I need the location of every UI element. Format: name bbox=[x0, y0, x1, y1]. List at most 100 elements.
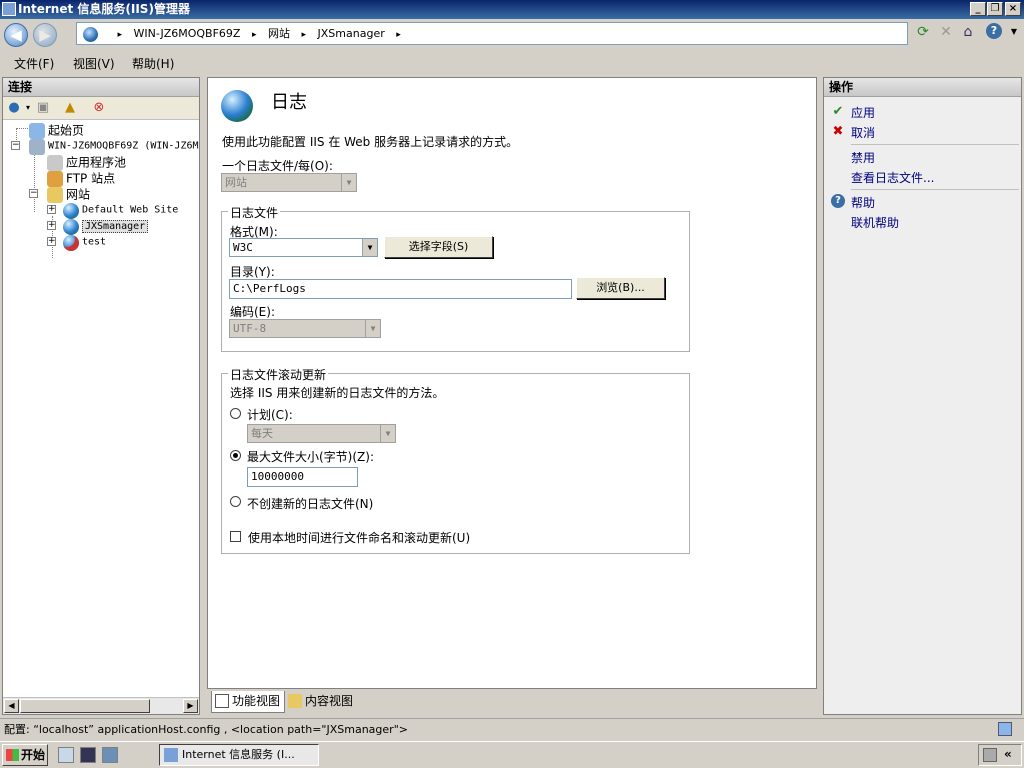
apply-icon: ✔ bbox=[832, 104, 844, 119]
breadcrumb-server[interactable]: WIN-JZ6MOQBF69Z bbox=[134, 27, 241, 40]
page-description: 使用此功能配置 IIS 在 Web 服务器上记录请求的方式。 bbox=[222, 135, 519, 149]
server-manager-icon[interactable] bbox=[58, 747, 74, 763]
save-icon[interactable]: ▣ bbox=[34, 100, 52, 116]
encoding-select[interactable]: UTF-8 ▼ bbox=[229, 319, 381, 338]
tab-features-view[interactable]: 功能视图 bbox=[211, 691, 286, 713]
back-button[interactable]: ◀ bbox=[4, 23, 28, 47]
action-view-log-files[interactable]: 查看日志文件... bbox=[851, 169, 934, 186]
windows-logo-icon bbox=[6, 749, 19, 761]
scroll-thumb[interactable] bbox=[20, 699, 150, 713]
directory-label: 目录(Y): bbox=[230, 265, 275, 279]
logging-globe-icon bbox=[221, 90, 253, 122]
breadcrumb-site[interactable]: JXSmanager bbox=[318, 27, 385, 40]
iis-app-icon bbox=[2, 2, 16, 16]
site-globe-icon bbox=[63, 202, 79, 219]
tree-item-test[interactable]: test bbox=[63, 234, 106, 251]
connections-header: 连接 bbox=[3, 78, 199, 97]
actions-header: 操作 bbox=[824, 78, 1021, 97]
iis-app-icon bbox=[164, 748, 178, 762]
menu-view[interactable]: 视图(V) bbox=[73, 55, 115, 72]
server-icon bbox=[29, 138, 45, 155]
tree-item-jxsmanager[interactable]: JXSmanager bbox=[63, 218, 149, 235]
menu-help[interactable]: 帮助(H) bbox=[132, 55, 174, 72]
no-new-file-radio[interactable] bbox=[230, 496, 241, 507]
minimize-button[interactable]: _ bbox=[970, 2, 986, 16]
breadcrumb-separator: ▸ bbox=[251, 30, 257, 40]
taskbar-item-iis[interactable]: Internet 信息服务 (I... bbox=[159, 744, 319, 766]
max-size-input[interactable]: 10000000 bbox=[247, 467, 358, 487]
forward-button[interactable]: ▶ bbox=[33, 23, 57, 47]
breadcrumb[interactable]: ▸ WIN-JZ6MOQBF69Z ▸ 网站 ▸ JXSmanager ▸ bbox=[76, 22, 908, 45]
stop-icon[interactable]: ✕ bbox=[937, 23, 955, 41]
start-button[interactable]: 开始 bbox=[2, 744, 48, 766]
close-button[interactable]: × bbox=[1005, 2, 1021, 16]
help-icon: ? bbox=[831, 194, 845, 208]
action-online-help[interactable]: 联机帮助 bbox=[851, 214, 899, 231]
home-icon[interactable]: ⌂ bbox=[959, 23, 977, 41]
status-text: 配置: “localhost” applicationHost.config ,… bbox=[4, 723, 408, 736]
ftp-icon bbox=[47, 170, 63, 187]
chevron-down-icon: ▼ bbox=[341, 174, 356, 191]
globe-icon bbox=[83, 26, 98, 42]
expander-test[interactable]: + bbox=[47, 237, 56, 246]
tab-content-view[interactable]: 内容视图 bbox=[285, 691, 357, 713]
tree-item-sites[interactable]: 网站 bbox=[47, 186, 90, 203]
actions-divider bbox=[851, 189, 1019, 190]
schedule-label: 计划(C): bbox=[247, 408, 293, 422]
help-dropdown-icon[interactable]: ▼ bbox=[1005, 23, 1023, 41]
schedule-select[interactable]: 每天 ▼ bbox=[247, 424, 396, 443]
one-log-select[interactable]: 网站 ▼ bbox=[221, 173, 357, 192]
action-cancel[interactable]: 取消 bbox=[851, 124, 875, 141]
action-apply[interactable]: 应用 bbox=[851, 104, 875, 121]
breadcrumb-separator: ▸ bbox=[301, 30, 307, 40]
show-desktop-icon[interactable] bbox=[102, 747, 118, 763]
tree-item-server[interactable]: WIN-JZ6MOQBF69Z (WIN-JZ6MO bbox=[29, 138, 199, 155]
rollover-description: 选择 IIS 用来创建新的日志文件的方法。 bbox=[230, 386, 445, 400]
directory-input[interactable]: C:\PerfLogs bbox=[229, 279, 572, 299]
tree-item-start-page[interactable]: 起始页 bbox=[29, 122, 84, 139]
menu-file[interactable]: 文件(F) bbox=[14, 55, 54, 72]
tree-item-ftp-sites[interactable]: FTP 站点 bbox=[47, 170, 115, 187]
scroll-left-icon[interactable]: ◀ bbox=[4, 699, 19, 713]
connections-tree: 起始页 − WIN-JZ6MOQBF69Z (WIN-JZ6MO 应用程序池 F… bbox=[3, 120, 199, 692]
actions-divider bbox=[851, 144, 1019, 145]
disconnect-icon[interactable]: ⊗ bbox=[90, 100, 108, 116]
help-icon[interactable]: ? bbox=[986, 23, 1002, 39]
up-folder-icon[interactable]: ▲ bbox=[61, 100, 79, 116]
powershell-icon[interactable] bbox=[80, 747, 96, 763]
scroll-right-icon[interactable]: ▶ bbox=[183, 699, 198, 713]
format-select[interactable]: W3C ▼ bbox=[229, 238, 378, 257]
site-globe-icon bbox=[63, 218, 79, 235]
network-tray-icon[interactable] bbox=[983, 748, 997, 762]
menu-bar: 文件(F) 视图(V) 帮助(H) bbox=[0, 51, 1024, 74]
expander-default-site[interactable]: + bbox=[47, 205, 56, 214]
taskbar: 开始 Internet 信息服务 (I... « bbox=[0, 741, 1024, 768]
browse-button[interactable]: 浏览(B)... bbox=[576, 277, 665, 299]
max-size-radio[interactable] bbox=[230, 450, 241, 461]
restore-button[interactable]: ❐ bbox=[987, 2, 1003, 16]
tray-expand-icon[interactable]: « bbox=[1004, 747, 1012, 761]
tree-item-app-pools[interactable]: 应用程序池 bbox=[47, 154, 126, 171]
refresh-icon[interactable]: ⟳ bbox=[914, 23, 932, 41]
system-tray: « bbox=[978, 744, 1022, 766]
horizontal-scrollbar[interactable]: ◀ ▶ bbox=[3, 697, 199, 714]
breadcrumb-sites[interactable]: 网站 bbox=[268, 27, 290, 40]
actions-panel: 操作 ✔ 应用 ✖ 取消 禁用 查看日志文件... ? 帮助 联机帮助 bbox=[823, 77, 1022, 715]
local-time-checkbox[interactable] bbox=[230, 531, 241, 542]
local-time-label: 使用本地时间进行文件命名和滚动更新(U) bbox=[248, 531, 471, 545]
schedule-radio[interactable] bbox=[230, 408, 241, 419]
expander-sites[interactable]: − bbox=[29, 189, 38, 198]
action-help[interactable]: 帮助 bbox=[851, 194, 875, 211]
encoding-label: 编码(E): bbox=[230, 305, 275, 319]
one-log-label: 一个日志文件/每(O): bbox=[222, 159, 333, 173]
expander-server[interactable]: − bbox=[11, 141, 20, 150]
page-title: 日志 bbox=[271, 92, 307, 113]
cancel-icon: ✖ bbox=[832, 124, 844, 139]
select-fields-button[interactable]: 选择字段(S) bbox=[384, 236, 493, 258]
log-file-group-title: 日志文件 bbox=[228, 204, 281, 221]
tree-item-default-web-site[interactable]: Default Web Site bbox=[63, 202, 178, 219]
breadcrumb-separator: ▸ bbox=[396, 30, 401, 40]
connections-toolbar: ● ▾ ▣ ▲ ⊗ bbox=[3, 97, 199, 120]
expander-jxsmanager[interactable]: + bbox=[47, 221, 56, 230]
action-disable[interactable]: 禁用 bbox=[851, 149, 875, 166]
